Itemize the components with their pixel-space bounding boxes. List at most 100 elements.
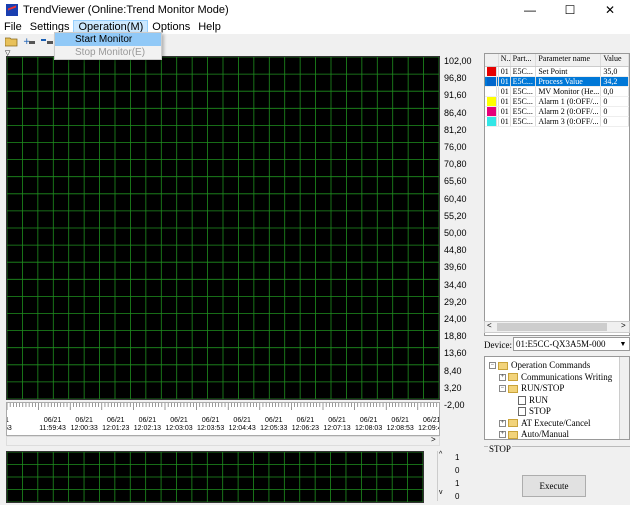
start-monitor-item[interactable]: Start Monitor xyxy=(55,33,161,46)
y-tick-label: 96,80 xyxy=(444,73,467,84)
y-tick-label: 65,60 xyxy=(444,176,467,187)
color-swatch-cell xyxy=(485,67,499,76)
x-tick-date: 06/21 xyxy=(233,417,251,424)
row-number: 01 xyxy=(500,107,511,116)
table-row[interactable]: 01 E5C... MV Monitor (He... 0,0 xyxy=(485,87,629,97)
menu-help[interactable]: Help xyxy=(194,20,225,34)
table-row[interactable]: 01 E5C... Alarm 1 (0:OFF/... 0 xyxy=(485,97,629,107)
y-tick-label: 60,40 xyxy=(444,193,467,204)
expand-icon[interactable]: + xyxy=(499,373,506,381)
scroll-up-icon[interactable]: ^ xyxy=(439,451,442,458)
x-tick-time: 12:03:03 xyxy=(165,425,193,432)
x-tick-label: 06/21 12:01:23 xyxy=(98,417,134,433)
minimize-button[interactable]: — xyxy=(510,0,550,20)
x-tick-date: 06/21 xyxy=(296,417,315,424)
expand-icon[interactable]: + xyxy=(499,419,506,427)
collapse-icon[interactable]: − xyxy=(489,362,496,369)
x-tick-date: 21 xyxy=(7,417,23,425)
execute-button[interactable]: Execute xyxy=(522,475,586,497)
chart-horizontal-scrollbar[interactable]: > xyxy=(6,435,440,446)
x-tick-date: 06/21 xyxy=(201,417,220,424)
trendviewer-app-icon xyxy=(6,4,18,16)
x-tick-date: 06/21 xyxy=(75,417,93,424)
value-cell: 34,2 xyxy=(601,77,629,86)
tree-node[interactable]: STOP xyxy=(509,406,551,417)
chevron-down-icon[interactable]: ▼ xyxy=(618,338,628,350)
y-tick-label: 102,00 xyxy=(444,56,472,66)
alarm-value: 1 xyxy=(455,453,460,462)
menu-file[interactable]: File xyxy=(0,20,26,34)
add-parameter-icon[interactable]: + xyxy=(22,35,36,47)
tree-node[interactable]: + Communications Writing xyxy=(499,372,612,383)
column-header-n[interactable]: N.. xyxy=(499,54,511,66)
column-header-value[interactable]: Value xyxy=(601,54,629,66)
trend-chart[interactable] xyxy=(6,56,440,400)
document-icon xyxy=(518,395,526,405)
table-row[interactable]: 01 E5C... Alarm 2 (0:OFF/... 0 xyxy=(485,107,629,117)
device-select[interactable]: 01:E5CC-QX3A5M-000 ▼ xyxy=(513,337,630,351)
tree-node[interactable]: + AT Execute/Cancel xyxy=(499,418,591,429)
part-cell: E5C... xyxy=(511,77,537,86)
part-cell: E5C... xyxy=(511,87,537,96)
table-row[interactable]: 01 E5C... Process Value 34,2 xyxy=(485,77,629,87)
column-header-parameter-name[interactable]: Parameter name xyxy=(536,54,602,66)
series-color-swatch xyxy=(487,87,497,96)
scroll-down-icon[interactable]: v xyxy=(439,489,443,496)
scroll-left-icon[interactable]: < xyxy=(487,321,492,330)
color-column-header[interactable] xyxy=(485,54,499,66)
tree-node-label: Operation Commands xyxy=(511,360,591,370)
value-cell: 35,0 xyxy=(601,67,629,76)
open-folder-icon[interactable] xyxy=(4,35,18,47)
tree-node[interactable]: − Operation Commands xyxy=(489,360,590,371)
document-icon xyxy=(518,407,526,416)
table-row[interactable]: 01 E5C... Set Point 35,0 xyxy=(485,67,629,77)
parameter-name-cell: Process Value xyxy=(536,77,602,86)
y-tick-label: 70,80 xyxy=(444,159,467,170)
x-tick-time: 12:06:23 xyxy=(291,425,320,432)
alarm-grid xyxy=(7,452,423,502)
alarm-chart-scrollbar[interactable]: ^ v xyxy=(437,451,447,501)
x-tick-date: 06/21 xyxy=(138,417,157,424)
stop-monitor-item[interactable]: Stop Monitor(E) xyxy=(55,46,161,59)
alarm-chart[interactable] xyxy=(6,451,424,503)
y-tick-label: 55,20 xyxy=(444,210,467,221)
tree-node[interactable]: RUN xyxy=(509,395,548,406)
color-swatch-cell xyxy=(485,107,499,116)
color-swatch-cell xyxy=(485,77,499,86)
tree-node-label: Auto/Manual xyxy=(521,429,569,439)
column-header-part[interactable]: Part... xyxy=(511,54,537,66)
alarm-value: 0 xyxy=(455,466,460,475)
remove-parameter-icon[interactable] xyxy=(40,35,54,47)
y-tick-label: 29,20 xyxy=(444,296,467,307)
parameter-name-cell: Alarm 3 (0:OFF/... xyxy=(536,117,602,126)
table-horizontal-scrollbar[interactable]: < > xyxy=(484,321,630,333)
row-number: 01 xyxy=(500,87,511,96)
window-title: TrendViewer (Online:Trend Monitor Mode) xyxy=(23,4,229,16)
maximize-button[interactable]: ☐ xyxy=(550,0,590,20)
tree-scrollbar[interactable] xyxy=(619,357,629,439)
tree-node-label: STOP xyxy=(529,406,551,416)
x-tick-label: 06/21 12:07:13 xyxy=(319,417,355,433)
collapse-icon[interactable]: − xyxy=(499,385,506,392)
device-value: 01:E5CC-QX3A5M-000 xyxy=(516,339,606,349)
table-row[interactable]: 01 E5C... Alarm 3 (0:OFF/... 0 xyxy=(485,117,629,127)
x-tick-label: 06/2112:09:43 xyxy=(414,417,439,433)
folder-icon xyxy=(498,361,508,370)
tree-node-label: Communications Writing xyxy=(521,371,613,382)
x-tick-label: 06/21 12:08:03 xyxy=(351,417,387,433)
x-tick-time: 12:07:13 xyxy=(323,425,351,432)
y-axis: 102,00 96,80 91,60 86,40 81,20 76,00 70,80 65,6… xyxy=(440,52,480,412)
scroll-right-icon[interactable]: > xyxy=(431,435,436,444)
series-color-swatch xyxy=(487,67,497,76)
series-color-swatch xyxy=(487,107,497,116)
command-group-label: STOP xyxy=(488,444,512,454)
tree-node[interactable]: − RUN/STOP xyxy=(499,383,564,394)
close-button[interactable]: ✕ xyxy=(590,0,630,20)
scrollbar-thumb[interactable] xyxy=(497,323,607,331)
expand-icon[interactable]: + xyxy=(499,431,506,438)
window-controls: — ☐ ✕ xyxy=(510,0,630,20)
color-swatch-cell xyxy=(485,97,499,106)
value-cell: 0 xyxy=(601,117,629,126)
scroll-right-icon[interactable]: > xyxy=(621,321,626,330)
tree-node[interactable]: + Auto/Manual xyxy=(499,429,569,439)
